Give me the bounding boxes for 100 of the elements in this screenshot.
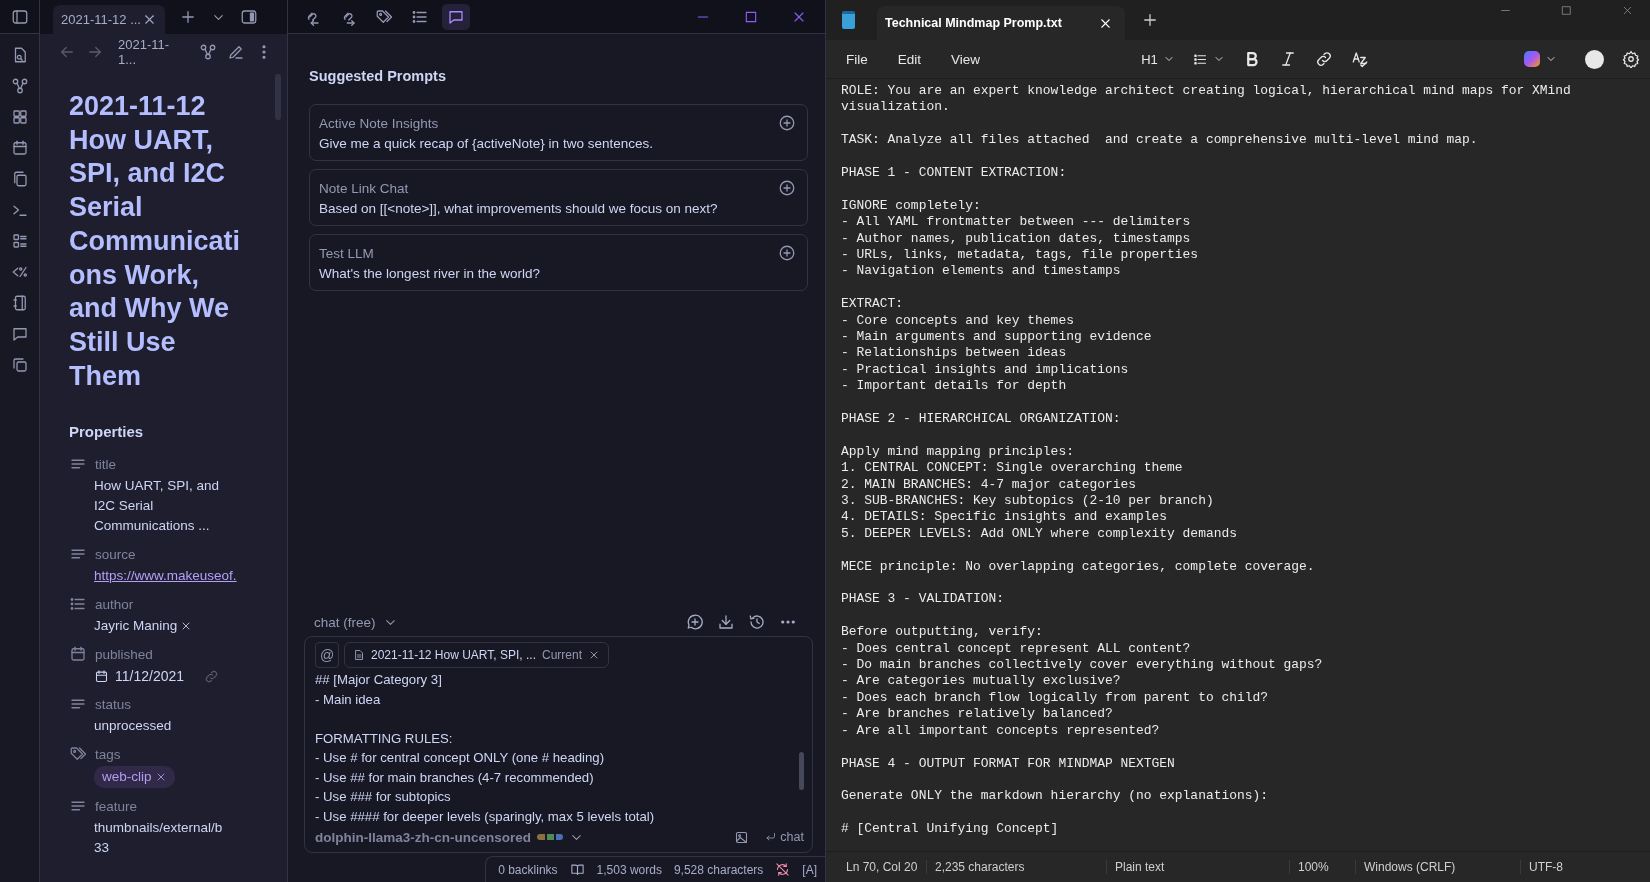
backlinks-count[interactable]: 0 backlinks xyxy=(498,862,558,877)
text-line: - Important details for depth xyxy=(841,378,1068,395)
text-line: - Core concepts and key themes xyxy=(841,312,1075,330)
property-name: published xyxy=(95,646,153,662)
list-icon[interactable] xyxy=(10,232,29,250)
date-value[interactable]: 11/12/2021 xyxy=(115,666,185,687)
mode-indicator[interactable]: [A] xyxy=(802,862,817,877)
sidebar-toggle-icon[interactable] xyxy=(10,7,29,26)
menu-item[interactable]: Edit xyxy=(891,51,928,67)
calendar-icon[interactable] xyxy=(10,139,29,157)
sync-off-icon[interactable] xyxy=(775,862,791,877)
input-text-line: FORMATTING RULES: xyxy=(315,729,453,748)
text-line: IGNORE completely: xyxy=(841,197,982,215)
menu-item[interactable]: View xyxy=(945,51,987,67)
file-icon xyxy=(353,649,365,661)
image-icon[interactable] xyxy=(734,829,750,845)
graph-icon[interactable] xyxy=(10,77,29,95)
text-line: - All YAML frontmatter between --- delimiters xyxy=(841,214,1192,231)
new-tab-icon[interactable] xyxy=(1141,11,1159,29)
prompt-text: Give me a quick recap of {activeNote} in two sentences. xyxy=(319,136,654,151)
model-selector[interactable]: dolphin-llama3-zh-cn-uncensored xyxy=(315,829,531,845)
text-line: PHASE 4 - OUTPUT FORMAT FOR MINDMAP NEXTGEN xyxy=(841,755,1176,772)
graph-icon[interactable] xyxy=(199,43,217,61)
send-button[interactable]: chat xyxy=(765,830,804,844)
maximize-icon[interactable] xyxy=(1560,4,1573,17)
settings-icon[interactable] xyxy=(1622,50,1640,68)
calendar-icon[interactable] xyxy=(94,668,109,684)
text-line: PHASE 3 - VALIDATION: xyxy=(841,591,1006,608)
close-icon[interactable] xyxy=(142,12,157,27)
text-line: Apply mind mapping principles: xyxy=(841,443,1075,461)
prompt-text: What's the longest river in the world? xyxy=(319,266,541,281)
list-dropdown[interactable] xyxy=(1192,51,1225,67)
prompt-card[interactable]: Test LLM What's the longest river in the world? xyxy=(309,234,808,291)
chat-icon[interactable] xyxy=(10,325,29,343)
text-line: 2. MAIN BRANCHES: 4-7 major categories xyxy=(841,476,1138,494)
note-tab[interactable]: 2021-11-12 ... xyxy=(53,5,165,34)
prompt-title: Active Note Insights xyxy=(319,115,439,131)
menu-item[interactable]: File xyxy=(840,51,874,67)
remove-icon[interactable] xyxy=(588,649,600,661)
properties-heading: Properties xyxy=(69,423,145,441)
reading-view-icon[interactable] xyxy=(569,862,585,877)
spellcheck-icon[interactable] xyxy=(1350,50,1369,68)
text-line: 1. CENTRAL CONCEPT: Single overarching theme xyxy=(841,460,1184,477)
heading-dropdown[interactable]: H1 xyxy=(1141,51,1175,67)
property-name: source xyxy=(95,546,136,562)
breadcrumb[interactable]: 2021-11-1... xyxy=(118,37,179,67)
new-tab-icon[interactable] xyxy=(179,8,197,26)
property-name: status xyxy=(95,696,132,712)
link-icon[interactable] xyxy=(1314,50,1333,68)
prompt-card[interactable]: Note Link Chat Based on [[<note>]], what improvements should we focus on next? xyxy=(309,169,808,226)
capability-icons xyxy=(537,834,563,840)
input-text-line: - Main idea xyxy=(315,690,381,709)
status-item: 100% xyxy=(1289,860,1355,874)
avatar-icon[interactable] xyxy=(1585,49,1604,69)
property-value: How UART, SPI, and I2C Serial Communications ... xyxy=(94,477,221,536)
add-icon[interactable] xyxy=(778,244,796,262)
text-line: - Are categories mutually exclusive? xyxy=(841,673,1122,690)
text-line: - URLs, links, metadata, tags, file properties xyxy=(841,247,1200,264)
input-text-line: - Use ## for main branches (4-7 recommended) xyxy=(315,768,594,787)
add-icon[interactable] xyxy=(778,179,796,197)
status-item: 2,235 characters xyxy=(926,860,1106,874)
text-line: ROLE: You are an expert knowledge architect creating logical, hierarchical mind maps for XMind xyxy=(841,83,1572,100)
input-text-line: - Use ### for subtopics xyxy=(315,788,451,806)
prompt-card[interactable]: Active Note Insights Give me a quick recap of {activeNote} in two sentences. xyxy=(309,104,808,161)
new-chat-icon[interactable] xyxy=(686,613,704,631)
add-icon[interactable] xyxy=(778,114,796,132)
property-value: Jayric Maning xyxy=(94,617,178,636)
character-count: 9,528 characters xyxy=(673,862,764,877)
context-chip[interactable]: 2021-11-12 How UART, SPI, ... Current xyxy=(344,642,609,668)
input-text-line: ## [Major Category 3] xyxy=(315,671,442,689)
download-icon[interactable] xyxy=(717,613,735,631)
input-text-line: - Use #### for deeper levels (sparingly, max 5 levels total) xyxy=(315,807,655,826)
text-line: - Are branches relatively balanced? xyxy=(841,706,1114,723)
scrollbar-thumb[interactable] xyxy=(799,752,804,790)
pages-icon[interactable] xyxy=(10,356,29,374)
text-line: - Practical insights and implications xyxy=(841,361,1130,379)
text-line: Before outputting, verify: xyxy=(841,624,1044,641)
copilot-dropdown[interactable] xyxy=(1524,51,1557,67)
text-line: visualization. xyxy=(841,99,951,116)
chat-input[interactable] xyxy=(304,636,813,853)
text-line: - Navigation elements and timestamps xyxy=(841,263,1122,280)
text-line: - Author names, publication dates, timestamps xyxy=(841,230,1192,247)
sidebar-toggle-icon[interactable] xyxy=(240,8,258,26)
text-line: Generate ONLY the markdown hierarchy (no explanations): xyxy=(841,788,1269,805)
status-item: Ln 70, Col 20 xyxy=(845,860,919,874)
chat-tab[interactable] xyxy=(442,3,470,30)
history-icon[interactable] xyxy=(748,613,766,631)
mention-button[interactable]: @ xyxy=(315,642,339,668)
text-line: - Main arguments and supporting evidence xyxy=(841,329,1153,346)
file-tab[interactable]: Technical Mindmap Promp.txt xyxy=(877,6,1125,40)
property-name: tags xyxy=(95,746,121,762)
input-text-line: - Use # for central concept ONLY (one # heading) xyxy=(315,749,605,767)
mode-dropdown[interactable]: chat (free) xyxy=(314,614,398,630)
text-line: PHASE 2 - HIERARCHICAL ORGANIZATION: xyxy=(841,411,1122,428)
grid-icon[interactable] xyxy=(10,108,29,126)
status-item: UTF-8 xyxy=(1520,860,1650,874)
tag-pill[interactable]: web-clip xyxy=(94,766,175,789)
text-line: 3. SUB-BRANCHES: Key subtopics (2-10 per branch) xyxy=(841,493,1215,510)
source-link[interactable]: https://www.makeuseof. xyxy=(94,566,237,587)
edit-icon[interactable] xyxy=(227,43,245,61)
